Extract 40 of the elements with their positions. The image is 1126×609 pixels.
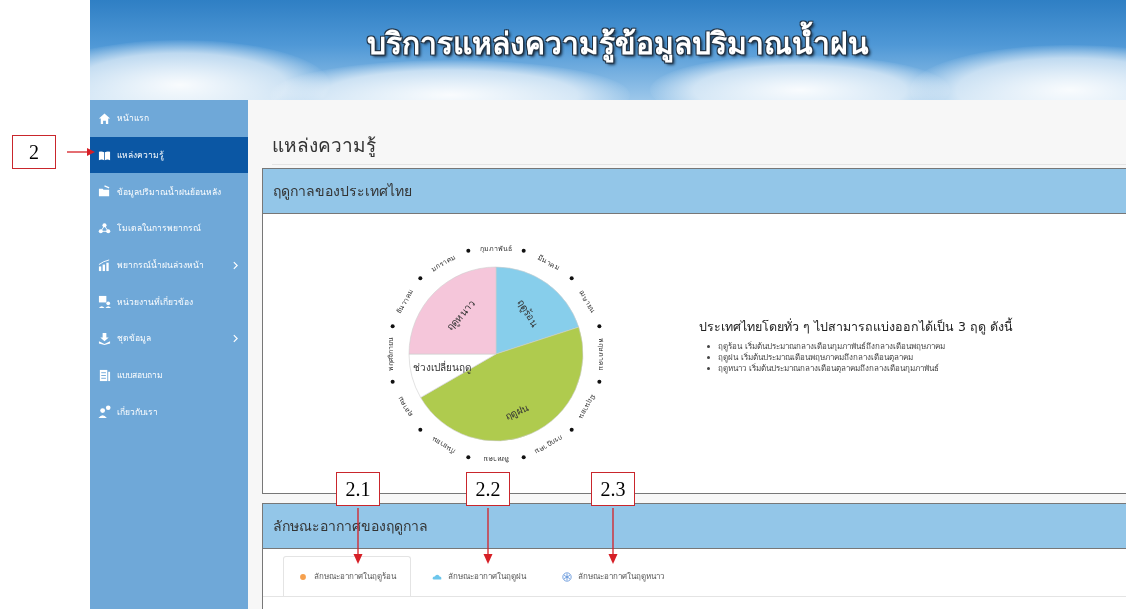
callout-arrow	[67, 147, 95, 157]
sidebar-item[interactable]: แบบสอบถาม	[90, 356, 248, 394]
callout-label: 2.3	[591, 472, 635, 506]
sidebar-item[interactable]: พยากรณ์น้ำฝนล่วงหน้า	[90, 246, 248, 284]
season-tab[interactable]: ลักษณะอากาศในฤดูร้อน	[283, 556, 411, 596]
download-icon	[98, 331, 111, 345]
sidebar-item[interactable]: หน่วยงานที่เกี่ยวข้อง	[90, 283, 248, 321]
sidebar-item[interactable]: เกี่ยวกับเรา	[90, 393, 248, 431]
callout-label: 2.2	[466, 472, 510, 506]
person-icon	[98, 405, 111, 419]
network-icon	[98, 221, 111, 235]
callout-arrow	[608, 508, 618, 564]
sidebar-item[interactable]: ชุดข้อมูล	[90, 320, 248, 357]
people-icon	[98, 295, 111, 309]
sidebar-item[interactable]: โมเดลในการพยากรณ์	[90, 210, 248, 247]
season-description: ฤดูหนาว เริ่มต้นประมาณกลางเดือนตุลาคมถึงกลางเดือนกุมภาพันธ์	[718, 362, 939, 375]
intro-heading: ประเทศไทยโดยทั่ว ๆ ไปสามารถแบ่งออกได้เป็น 3 ฤดู ดังนี้	[699, 317, 1013, 337]
book-icon	[98, 148, 111, 162]
folder-icon	[98, 185, 111, 199]
sun-icon	[298, 571, 308, 582]
panel-title: ฤดูกาลของประเทศไทย	[273, 182, 412, 202]
bullet-icon	[707, 367, 710, 370]
chart-icon	[98, 258, 111, 272]
callout-label: 2	[12, 135, 56, 169]
house-icon	[98, 111, 111, 125]
sidebar-item[interactable]: หน้าแรก	[90, 100, 248, 137]
sidebar-item[interactable]: ข้อมูลปริมาณน้ำฝนย้อนหลัง	[90, 173, 248, 211]
season-tab[interactable]: ลักษณะอากาศในฤดูฝน	[417, 556, 541, 596]
season-label: ช่วงเปลี่ยนฤดู	[412, 359, 472, 375]
bullet-icon	[707, 356, 710, 359]
document-icon	[98, 368, 111, 382]
season-label: ฤดูฝน	[502, 400, 532, 424]
callout-label: 2.1	[336, 472, 380, 506]
bullet-icon	[707, 345, 710, 348]
page-title: แหล่งความรู้	[272, 100, 1126, 165]
banner-title: บริการแหล่งความรู้ข้อมูลปริมาณน้ำฝน	[367, 19, 869, 67]
snowflake-icon	[562, 571, 572, 582]
sidebar-item[interactable]: แหล่งความรู้	[90, 136, 248, 174]
callout-arrow	[483, 508, 493, 564]
season-tab[interactable]: ลักษณะอากาศในฤดูหนาว	[547, 556, 679, 596]
